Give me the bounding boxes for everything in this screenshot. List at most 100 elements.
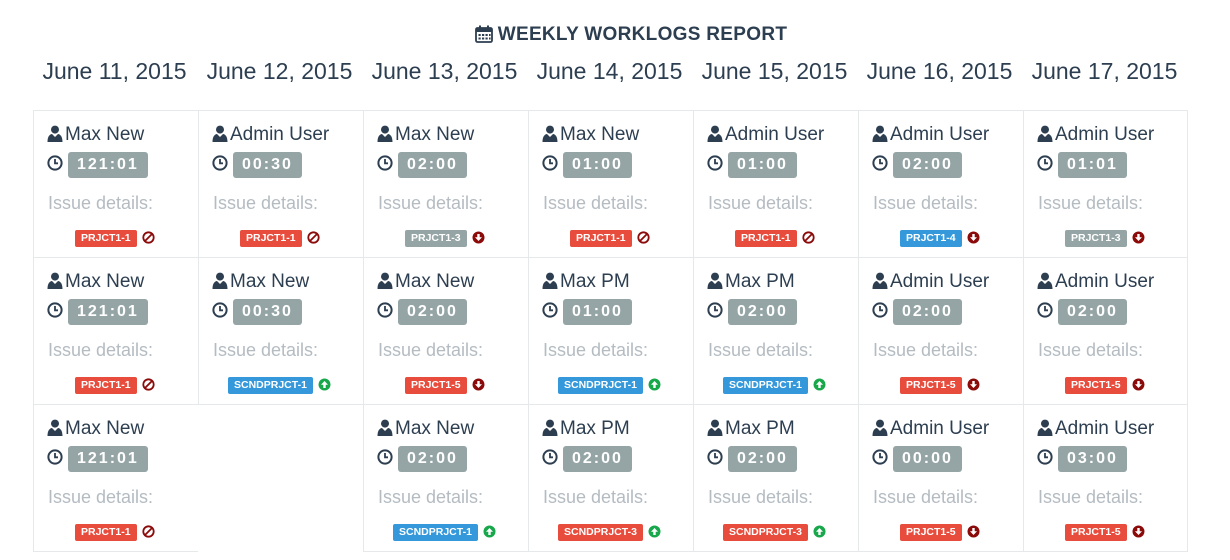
issue-details-label: Issue details: bbox=[873, 340, 979, 360]
issue-badge[interactable]: PRJCT1-1 bbox=[570, 230, 632, 247]
user-name: Max PM bbox=[725, 418, 795, 439]
grid-line bbox=[198, 404, 363, 405]
issue-badge[interactable]: PRJCT1-1 bbox=[75, 524, 137, 541]
user-name: Max New bbox=[230, 271, 310, 292]
worklog-card: Admin User 02:00 Issue details: PRJCT1-5 bbox=[1023, 257, 1188, 404]
time-badge: 01:00 bbox=[563, 299, 632, 325]
issue-badge[interactable]: PRJCT1-5 bbox=[405, 377, 467, 394]
issue-details-label: Issue details: bbox=[1038, 193, 1144, 213]
calendar-icon bbox=[474, 25, 493, 49]
issue-badge[interactable]: SCNDPRJCT-3 bbox=[723, 524, 808, 541]
clock-icon bbox=[542, 449, 558, 470]
arrow-down-icon bbox=[472, 378, 485, 396]
arrow-down-icon bbox=[1132, 378, 1145, 396]
issue-badge[interactable]: SCNDPRJCT-1 bbox=[558, 377, 643, 394]
worklog-user: Max New bbox=[47, 124, 144, 146]
worklog-user: Admin User bbox=[1037, 124, 1154, 146]
time-badge: 00:00 bbox=[893, 446, 962, 472]
user-name: Max New bbox=[395, 418, 475, 439]
worklog-user: Max PM bbox=[707, 418, 795, 440]
date-header: June 12, 2015 bbox=[206, 58, 353, 84]
clock-icon bbox=[47, 155, 63, 176]
issue-badge[interactable]: PRJCT1-1 bbox=[75, 377, 137, 394]
worklog-user: Max New bbox=[377, 418, 474, 440]
user-icon bbox=[377, 124, 395, 145]
user-icon bbox=[47, 124, 65, 145]
time-badge: 02:00 bbox=[563, 446, 632, 472]
user-icon bbox=[872, 271, 890, 292]
clock-icon bbox=[707, 155, 723, 176]
issue-details-label: Issue details: bbox=[543, 487, 649, 507]
worklog-user: Admin User bbox=[707, 124, 824, 146]
date-header: June 14, 2015 bbox=[536, 58, 683, 84]
worklog-card: Admin User 01:00 Issue details: PRJCT1-1 bbox=[693, 110, 858, 257]
clock-icon bbox=[47, 449, 63, 470]
clock-icon bbox=[212, 155, 228, 176]
worklog-card: Max PM 02:00 Issue details: SCNDPRJCT-3 bbox=[693, 404, 858, 551]
clock-icon bbox=[377, 449, 393, 470]
time-badge: 01:00 bbox=[563, 152, 632, 178]
issue-badge[interactable]: PRJCT1-1 bbox=[240, 230, 302, 247]
time-badge: 02:00 bbox=[398, 299, 467, 325]
clock-icon bbox=[542, 155, 558, 176]
time-badge: 02:00 bbox=[893, 299, 962, 325]
issue-details-label: Issue details: bbox=[543, 340, 649, 360]
grid-line bbox=[693, 551, 858, 552]
issue-details-label: Issue details: bbox=[1038, 340, 1144, 360]
issue-badge[interactable]: PRJCT1-4 bbox=[900, 230, 962, 247]
issue-details-label: Issue details: bbox=[378, 340, 484, 360]
issue-badge[interactable]: SCNDPRJCT-1 bbox=[723, 377, 808, 394]
worklog-user: Admin User bbox=[1037, 418, 1154, 440]
ban-icon bbox=[142, 525, 155, 543]
worklog-user: Admin User bbox=[212, 124, 329, 146]
issue-details-label: Issue details: bbox=[48, 193, 154, 213]
clock-icon bbox=[872, 302, 888, 323]
worklog-card: Admin User 02:00 Issue details: PRJCT1-4 bbox=[858, 110, 1023, 257]
report-title-text: WEEKLY WORKLOGS REPORT bbox=[497, 24, 788, 45]
time-badge: 01:01 bbox=[1058, 152, 1127, 178]
issue-badge[interactable]: PRJCT1-1 bbox=[75, 230, 137, 247]
grid-line bbox=[858, 551, 1023, 552]
clock-icon bbox=[872, 155, 888, 176]
issue-details-label: Issue details: bbox=[708, 487, 814, 507]
issue-badge[interactable]: SCNDPRJCT-1 bbox=[393, 524, 478, 541]
worklog-card: Max New 02:00 Issue details: PRJCT1-3 bbox=[363, 110, 528, 257]
worklog-card: Max New 00:30 Issue details: SCNDPRJCT-1 bbox=[198, 257, 363, 404]
date-header: June 13, 2015 bbox=[371, 58, 518, 84]
user-icon bbox=[1037, 418, 1055, 439]
issue-badge[interactable]: SCNDPRJCT-1 bbox=[228, 377, 313, 394]
clock-icon bbox=[212, 302, 228, 323]
issue-badge[interactable]: PRJCT1-5 bbox=[1065, 524, 1127, 541]
worklog-card: Max New 121:01 Issue details: PRJCT1-1 bbox=[33, 257, 198, 404]
issue-badge[interactable]: PRJCT1-5 bbox=[900, 377, 962, 394]
clock-icon bbox=[1037, 449, 1053, 470]
worklog-card: Max New 02:00 Issue details: SCNDPRJCT-1 bbox=[363, 404, 528, 551]
clock-icon bbox=[47, 302, 63, 323]
worklog-card: Max New 01:00 Issue details: PRJCT1-1 bbox=[528, 110, 693, 257]
user-icon bbox=[542, 124, 560, 145]
clock-icon bbox=[542, 302, 558, 323]
worklog-card: Max New 121:01 Issue details: PRJCT1-1 bbox=[33, 404, 198, 551]
issue-details-label: Issue details: bbox=[873, 193, 979, 213]
issue-badge[interactable]: SCNDPRJCT-3 bbox=[558, 524, 643, 541]
clock-icon bbox=[1037, 155, 1053, 176]
arrow-down-icon bbox=[967, 378, 980, 396]
user-icon bbox=[872, 124, 890, 145]
worklog-user: Max New bbox=[377, 124, 474, 146]
issue-badge[interactable]: PRJCT1-3 bbox=[405, 230, 467, 247]
worklog-user: Admin User bbox=[872, 418, 989, 440]
issue-badge[interactable]: PRJCT1-1 bbox=[735, 230, 797, 247]
arrow-down-icon bbox=[1132, 525, 1145, 543]
user-icon bbox=[542, 418, 560, 439]
issue-badge[interactable]: PRJCT1-5 bbox=[900, 524, 962, 541]
worklog-user: Admin User bbox=[872, 124, 989, 146]
issue-badge[interactable]: PRJCT1-5 bbox=[1065, 377, 1127, 394]
worklog-card: Admin User 03:00 Issue details: PRJCT1-5 bbox=[1023, 404, 1188, 551]
issue-details-label: Issue details: bbox=[378, 193, 484, 213]
issue-badge[interactable]: PRJCT1-3 bbox=[1065, 230, 1127, 247]
user-name: Max PM bbox=[560, 418, 630, 439]
worklog-user: Max PM bbox=[542, 271, 630, 293]
worklog-user: Max PM bbox=[542, 418, 630, 440]
user-name: Max New bbox=[395, 271, 475, 292]
time-badge: 02:00 bbox=[728, 446, 797, 472]
